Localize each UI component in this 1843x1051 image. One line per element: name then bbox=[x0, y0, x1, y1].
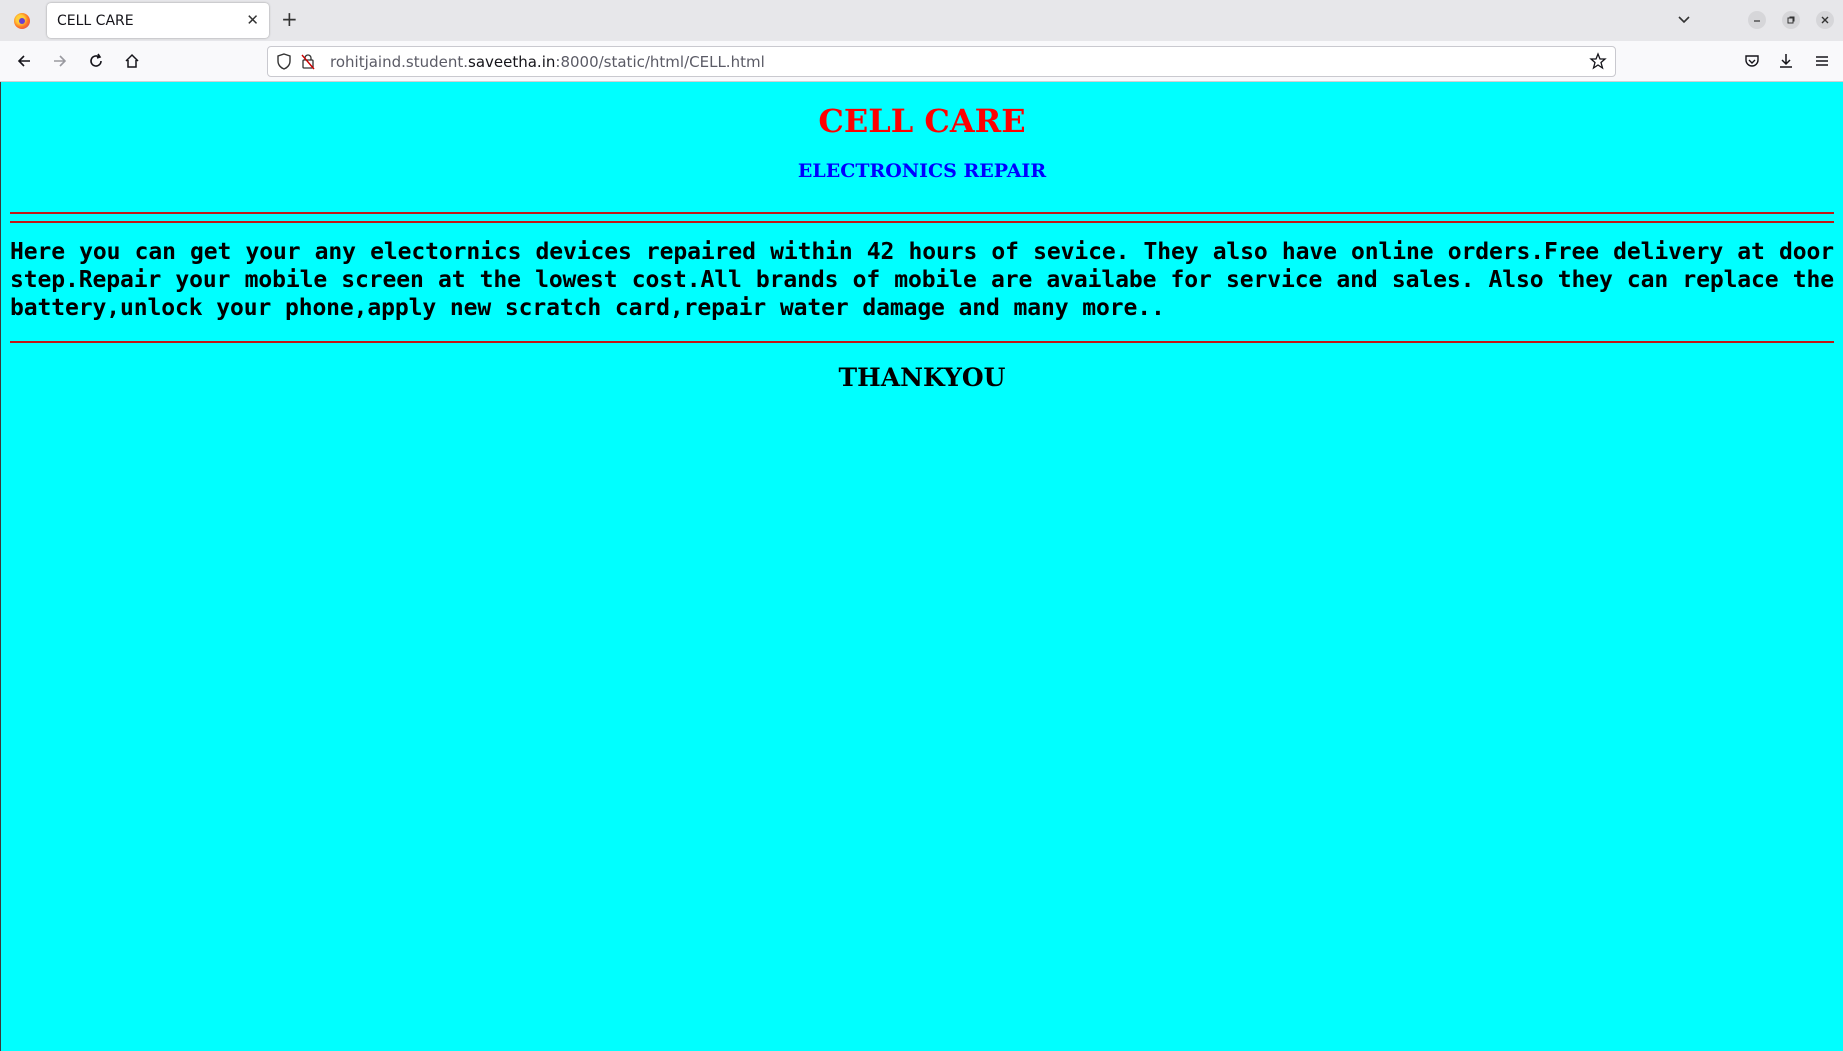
url-prefix: rohitjaind.student. bbox=[330, 53, 469, 71]
description-paragraph: Here you can get your any electornics de… bbox=[10, 239, 1834, 321]
list-all-tabs-icon[interactable] bbox=[1676, 11, 1692, 31]
page-title: CELL CARE bbox=[818, 102, 1026, 140]
new-tab-button[interactable]: + bbox=[281, 9, 298, 29]
navigation-toolbar: rohitjaind.student.saveetha.in:8000/stat… bbox=[0, 41, 1843, 82]
forward-arrow-icon[interactable] bbox=[49, 50, 71, 72]
back-arrow-icon[interactable] bbox=[13, 50, 35, 72]
url-domain: saveetha.in bbox=[468, 53, 556, 71]
close-window-icon[interactable] bbox=[1816, 11, 1834, 29]
divider-top-1 bbox=[10, 212, 1834, 214]
page-subtitle: ELECTRONICS REPAIR bbox=[797, 160, 1047, 182]
divider-top-2 bbox=[10, 221, 1834, 223]
pocket-icon[interactable] bbox=[1741, 50, 1763, 72]
reload-icon[interactable] bbox=[85, 50, 107, 72]
url-suffix: :8000/static/html/CELL.html bbox=[555, 53, 765, 71]
tab-close-icon[interactable]: ✕ bbox=[246, 11, 259, 29]
thankyou-heading: THANKYOU bbox=[838, 363, 1006, 392]
tab-cell-care[interactable]: CELL CARE ✕ bbox=[47, 3, 269, 38]
downloads-icon[interactable] bbox=[1775, 50, 1797, 72]
minimize-icon[interactable] bbox=[1748, 11, 1766, 29]
url-text: rohitjaind.student.saveetha.in:8000/stat… bbox=[330, 53, 765, 71]
divider-bottom bbox=[10, 341, 1834, 343]
shield-icon[interactable] bbox=[276, 53, 292, 74]
tab-title: CELL CARE bbox=[57, 12, 134, 29]
restore-icon[interactable] bbox=[1782, 11, 1800, 29]
page-viewport: CELL CARE ELECTRONICS REPAIR Here you ca… bbox=[0, 82, 1843, 1051]
menu-icon[interactable] bbox=[1811, 50, 1833, 72]
bookmark-star-icon[interactable] bbox=[1589, 52, 1607, 74]
insecure-lock-icon[interactable] bbox=[300, 53, 316, 74]
tab-strip: CELL CARE ✕ + bbox=[0, 0, 1843, 41]
home-icon[interactable] bbox=[121, 50, 143, 72]
address-bar[interactable]: rohitjaind.student.saveetha.in:8000/stat… bbox=[267, 46, 1616, 77]
firefox-logo-icon bbox=[14, 13, 30, 29]
